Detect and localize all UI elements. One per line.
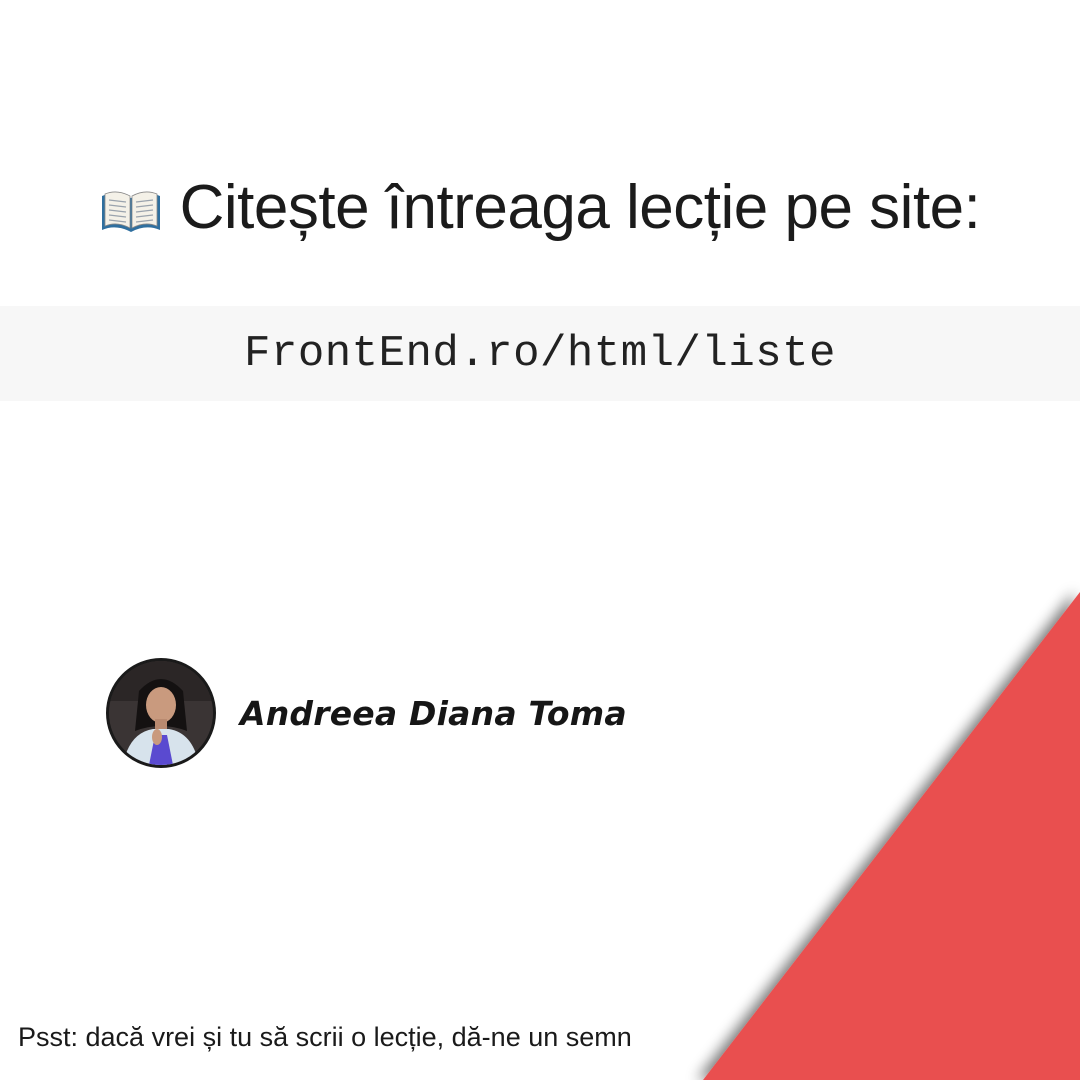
headline-text: Citește întreaga lecție pe site:	[179, 173, 981, 242]
lesson-card: Citește întreaga lecție pe site: FrontEn…	[0, 0, 1080, 1080]
headline: Citește întreaga lecție pe site:	[0, 172, 1080, 243]
url-band: FrontEnd.ro/html/liste	[0, 306, 1080, 401]
lesson-url-link[interactable]: FrontEnd.ro/html/liste	[244, 329, 836, 379]
footer-note: Psst: dacă vrei și tu să scrii o lecție,…	[18, 1022, 632, 1052]
author-name: Andreea Diana Toma	[240, 693, 627, 733]
red-corner-triangle	[703, 592, 1080, 1080]
author-block: Andreea Diana Toma	[106, 658, 627, 768]
open-book-icon	[101, 191, 160, 232]
avatar	[106, 658, 216, 768]
